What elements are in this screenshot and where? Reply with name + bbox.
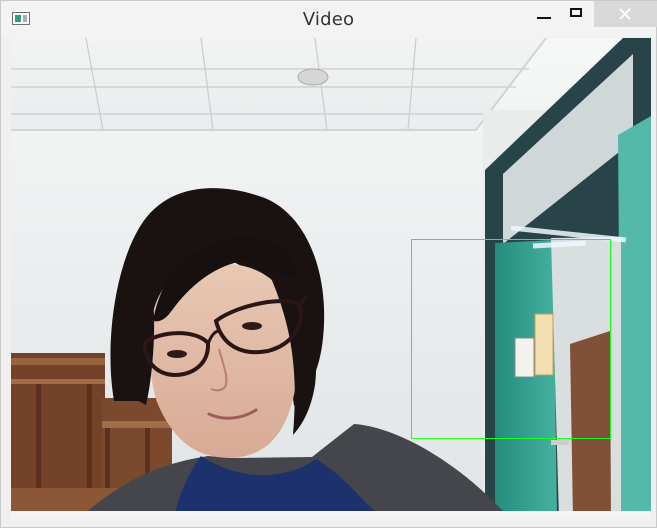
video-letterbox xyxy=(11,511,651,519)
face-detection-box xyxy=(411,239,611,439)
video-window: Video xyxy=(0,0,657,528)
close-button[interactable] xyxy=(594,1,657,27)
maximize-button[interactable] xyxy=(559,1,595,27)
door-green-right xyxy=(618,116,651,519)
window-titlebar[interactable]: Video xyxy=(1,1,657,37)
ceiling-light xyxy=(297,68,329,86)
minimize-button[interactable] xyxy=(526,1,562,27)
ceiling xyxy=(11,38,546,130)
door-handle xyxy=(551,440,569,445)
close-icon xyxy=(619,8,631,20)
video-feed xyxy=(11,38,651,519)
